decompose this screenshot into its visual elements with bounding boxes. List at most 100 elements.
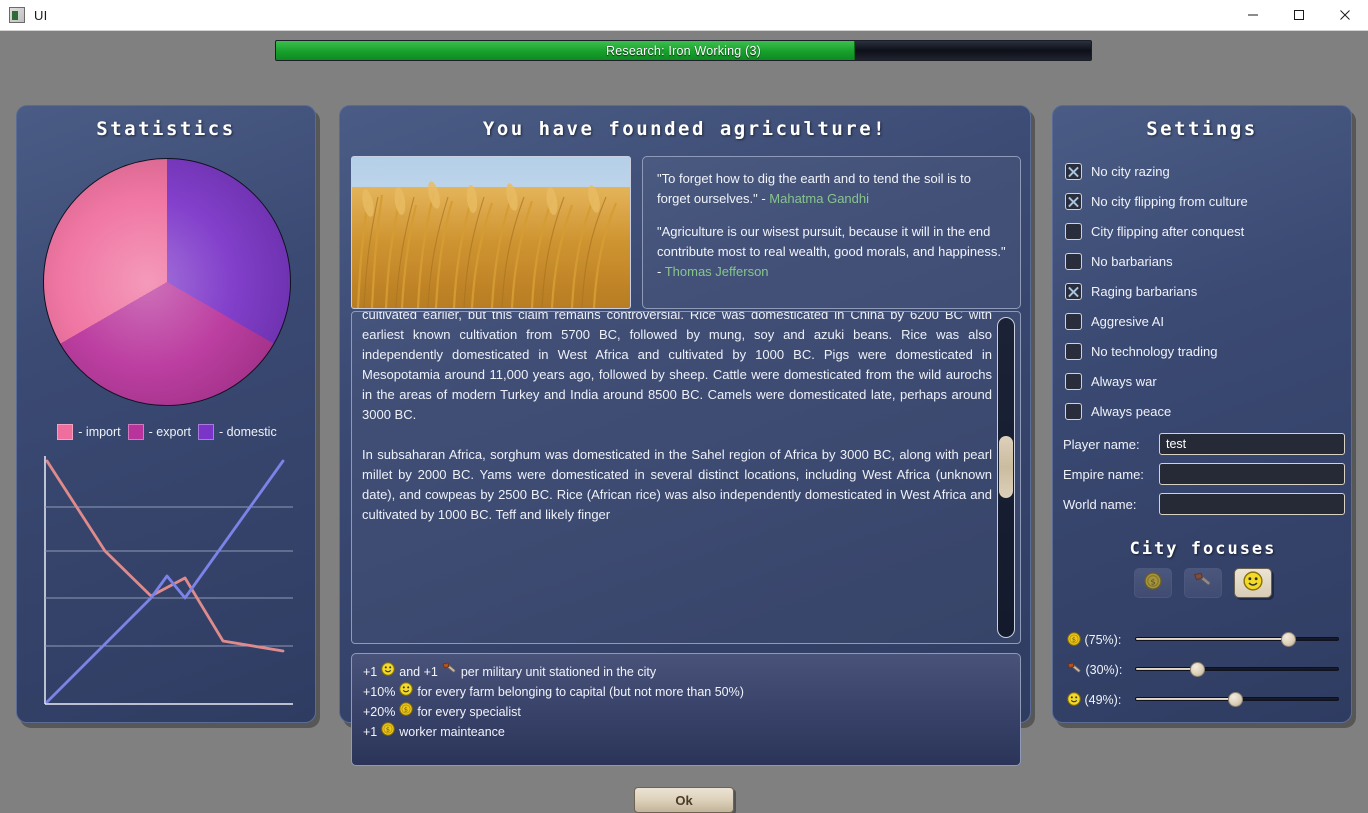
slider-label-production: (30%): (1067, 662, 1129, 677)
slider-happiness-thumb[interactable] (1228, 692, 1243, 707)
statistics-title: Statistics (17, 118, 315, 140)
article-scroll-area[interactable]: barley, peas, lentils, bitter vetch, chi… (351, 311, 1021, 644)
checkbox-label-no-city-flipping-from-culture: No city flipping from culture (1091, 194, 1248, 209)
close-button[interactable] (1322, 0, 1368, 31)
city-focus-button-gold[interactable]: $ (1134, 568, 1172, 598)
bonus-list: +1 and +1 per military unit stationed in… (351, 653, 1021, 766)
svg-text:$: $ (1072, 635, 1076, 643)
city-focus-button-production[interactable] (1184, 568, 1222, 598)
checkbox-row-city-flipping-after-conquest[interactable]: City flipping after conquest (1065, 216, 1343, 246)
checkbox-row-no-city-razing[interactable]: No city razing (1065, 156, 1343, 186)
pie-chart (43, 158, 291, 406)
quotes-box: "To forget how to dig the earth and to t… (642, 156, 1021, 309)
checkbox-label-always-peace: Always peace (1091, 404, 1171, 419)
quote-2: "Agriculture is our wisest pursuit, beca… (657, 222, 1006, 282)
slider-happiness[interactable] (1135, 697, 1339, 701)
quote-1: "To forget how to dig the earth and to t… (657, 169, 1006, 209)
checkbox-no-barbarians[interactable] (1065, 253, 1082, 270)
slider-row-production: (30%): (1067, 654, 1339, 684)
statistics-panel: Statistics - import - export - domestic (16, 105, 316, 723)
bonus-2-prefix: +10% (363, 682, 395, 702)
checkbox-row-no-barbarians[interactable]: No barbarians (1065, 246, 1343, 276)
ok-button[interactable]: Ok (634, 787, 734, 813)
article-scrollbar-thumb[interactable] (999, 436, 1013, 498)
app-icon (9, 7, 25, 23)
happy-icon (1067, 693, 1084, 707)
checkbox-city-flipping-after-conquest[interactable] (1065, 223, 1082, 240)
checkbox-no-city-flipping-from-culture[interactable] (1065, 193, 1082, 210)
svg-text:$: $ (404, 706, 408, 714)
bonus-row-3: +20% $ for every specialist (363, 702, 1009, 722)
legend-label-domestic: - domestic (219, 425, 277, 439)
field-row-world-name: World name: (1063, 489, 1345, 519)
checkbox-aggresive-ai[interactable] (1065, 313, 1082, 330)
slider-production[interactable] (1135, 667, 1339, 671)
legend-item-domestic: - domestic (198, 424, 277, 440)
checkbox-always-war[interactable] (1065, 373, 1082, 390)
checkbox-label-no-barbarians: No barbarians (1091, 254, 1173, 269)
window-title: UI (34, 8, 47, 23)
legend-label-export: - export (149, 425, 191, 439)
checkbox-row-no-city-flipping-from-culture[interactable]: No city flipping from culture (1065, 186, 1343, 216)
checkbox-no-technology-trading[interactable] (1065, 343, 1082, 360)
legend-swatch-domestic (198, 424, 214, 440)
window-controls (1230, 0, 1368, 31)
checkbox-label-aggresive-ai: Aggresive AI (1091, 314, 1164, 329)
article-scrollbar[interactable] (997, 317, 1015, 638)
bonus-row-4: +1 $ worker mainteance (363, 722, 1009, 742)
wheat-field-image (351, 156, 631, 309)
checkbox-always-peace[interactable] (1065, 403, 1082, 420)
slider-label-happiness: (49%): (1067, 692, 1129, 707)
minimize-button[interactable] (1230, 0, 1276, 31)
player-name-input[interactable]: test (1159, 433, 1345, 455)
slider-gold-thumb[interactable] (1281, 632, 1296, 647)
slider-gold[interactable] (1135, 637, 1339, 641)
bonus-1-mid: and +1 (399, 662, 438, 682)
bonus-4-text: worker mainteance (399, 722, 505, 742)
bonus-3-prefix: +20% (363, 702, 395, 722)
discovery-title: You have founded agriculture! (340, 118, 1030, 140)
research-progress-bar: Research: Iron Working (3) (275, 40, 1092, 61)
svg-text:$: $ (386, 726, 390, 734)
checkbox-row-no-technology-trading[interactable]: No technology trading (1065, 336, 1343, 366)
legend-label-import: - import (78, 425, 120, 439)
legend-item-import: - import (57, 424, 120, 440)
slider-gold-fill (1136, 638, 1288, 640)
article-paragraph-1: barley, peas, lentils, bitter vetch, chi… (362, 311, 992, 425)
hammer-icon (442, 662, 457, 682)
line-chart (43, 456, 293, 708)
hero-row: "To forget how to dig the earth and to t… (351, 156, 1021, 309)
checkbox-row-always-war[interactable]: Always war (1065, 366, 1343, 396)
legend-swatch-import (57, 424, 73, 440)
happy-icon (399, 682, 413, 702)
city-focus-button-happiness[interactable] (1234, 568, 1272, 598)
checkbox-row-always-peace[interactable]: Always peace (1065, 396, 1343, 426)
legend-swatch-export (128, 424, 144, 440)
article-paragraph-2: In subsaharan Africa, sorghum was domest… (362, 445, 992, 525)
field-row-empire-name: Empire name: (1063, 459, 1345, 489)
city-focus-buttons: $ (1053, 568, 1353, 598)
quote-1-author: Mahatma Gandhi (769, 191, 869, 206)
slider-production-thumb[interactable] (1190, 662, 1205, 677)
pie-chart-graphic (43, 158, 291, 406)
label-player-name: Player name: (1063, 437, 1159, 452)
checkbox-row-aggresive-ai[interactable]: Aggresive AI (1065, 306, 1343, 336)
slider-value-production: (30%): (1085, 663, 1122, 677)
world-name-input[interactable] (1159, 493, 1345, 515)
checkbox-raging-barbarians[interactable] (1065, 283, 1082, 300)
bonus-1-prefix: +1 (363, 662, 377, 682)
legend-item-export: - export (128, 424, 191, 440)
bonus-2-text: for every farm belonging to capital (but… (417, 682, 744, 702)
pie-chart-shading (44, 159, 290, 405)
label-empire-name: Empire name: (1063, 467, 1159, 482)
gold-icon: $ (399, 702, 413, 722)
maximize-button[interactable] (1276, 0, 1322, 31)
checkbox-no-city-razing[interactable] (1065, 163, 1082, 180)
quote-separator (657, 209, 1006, 222)
application-window: UI Research: Iron Working (3) Statistics (0, 0, 1368, 800)
checkbox-label-no-technology-trading: No technology trading (1091, 344, 1217, 359)
checkbox-row-raging-barbarians[interactable]: Raging barbarians (1065, 276, 1343, 306)
checkbox-label-city-flipping-after-conquest: City flipping after conquest (1091, 224, 1244, 239)
empire-name-input[interactable] (1159, 463, 1345, 485)
slider-production-fill (1136, 668, 1197, 670)
